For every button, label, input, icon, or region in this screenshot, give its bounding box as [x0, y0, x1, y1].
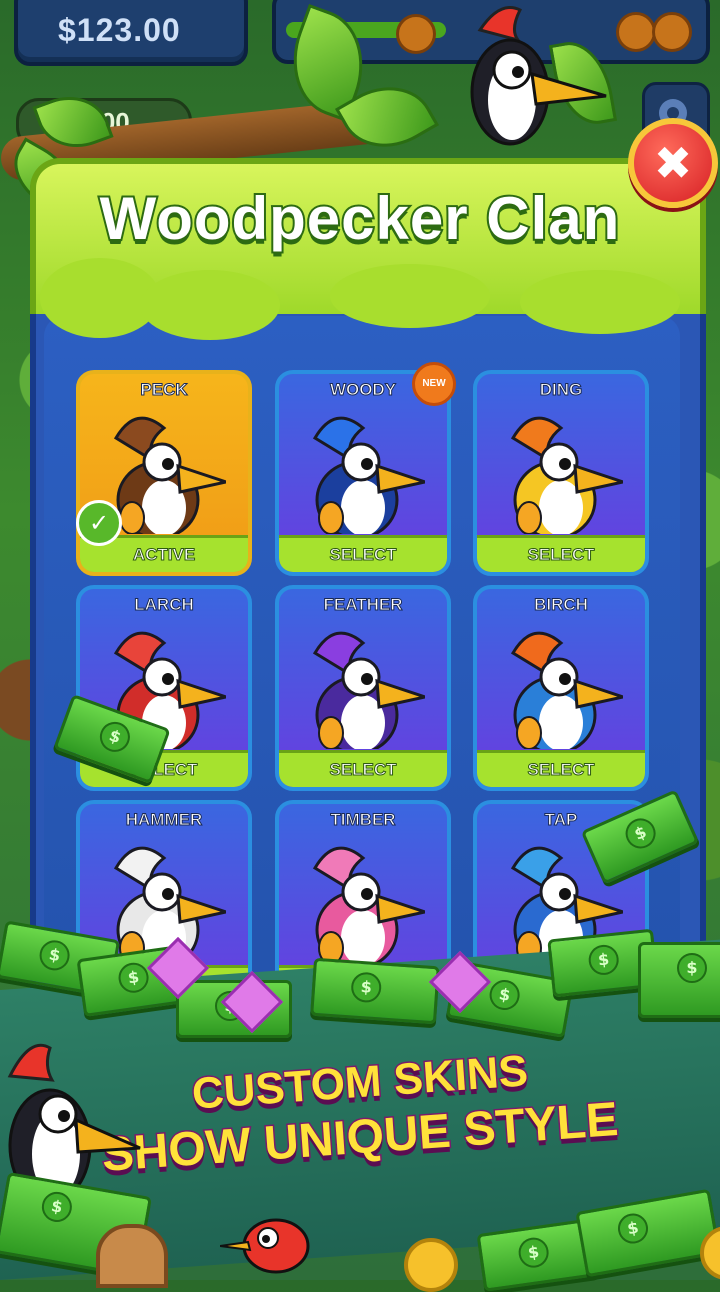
- money-display: $123.00: [14, 0, 248, 66]
- skin-action-button[interactable]: SELECT: [477, 750, 645, 787]
- skin-bird-portrait: [312, 846, 425, 964]
- skin-card-birch[interactable]: BIRCH SELECT: [473, 585, 649, 791]
- skin-name: FEATHER: [323, 595, 403, 615]
- coin-icon: [404, 1238, 458, 1292]
- woodpecker-mascot: [470, 6, 607, 146]
- acorn-icon: [616, 12, 656, 52]
- skin-bird-portrait: [312, 416, 425, 534]
- skin-name: HAMMER: [125, 810, 203, 830]
- skin-name: DING: [539, 380, 583, 400]
- skin-card-ding[interactable]: DING SELECT: [473, 370, 649, 576]
- skin-action-button[interactable]: SELECT: [477, 535, 645, 572]
- skin-card-feather[interactable]: FEATHER SELECT: [275, 585, 451, 791]
- skin-bird-portrait: [510, 416, 623, 534]
- tree-stump: [96, 1224, 168, 1288]
- skin-name: PECK: [140, 380, 188, 400]
- close-button[interactable]: ✖: [628, 118, 718, 208]
- checkmark-icon: ✓: [76, 500, 122, 546]
- vine-decoration: [330, 264, 490, 328]
- skin-bird-portrait: [113, 846, 226, 964]
- skin-bird-portrait: [113, 416, 226, 534]
- close-icon: ✖: [653, 136, 693, 190]
- vine-decoration: [520, 270, 680, 334]
- skin-name: TIMBER: [330, 810, 396, 830]
- skin-action-button[interactable]: SELECT: [279, 535, 447, 572]
- vine-decoration: [140, 270, 280, 340]
- skin-bird-portrait: [312, 631, 425, 749]
- skin-name: LARCH: [134, 595, 195, 615]
- money-value: $123.00: [58, 12, 181, 48]
- cash-bill: [310, 957, 440, 1025]
- skin-bird-portrait: [510, 631, 623, 749]
- new-badge: NEW: [412, 362, 456, 406]
- dialog-title: Woodpecker Clan: [98, 183, 622, 254]
- skin-name: BIRCH: [534, 595, 589, 615]
- skin-action-button[interactable]: SELECT: [279, 750, 447, 787]
- acorn-icon: [396, 14, 436, 54]
- acorn-icon: [652, 12, 692, 52]
- small-bird: [220, 1218, 310, 1274]
- cash-stack: [638, 942, 720, 1018]
